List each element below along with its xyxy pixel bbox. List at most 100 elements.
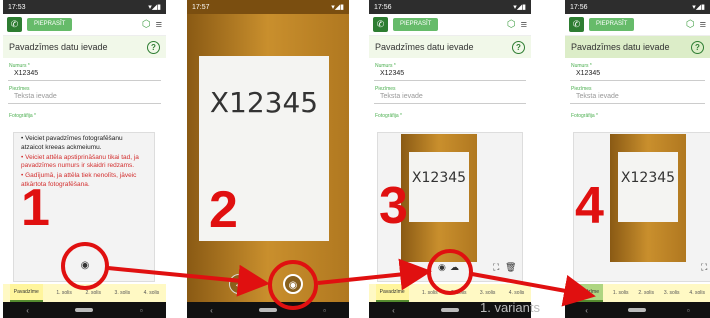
stage: 17:53 ▾◢▮ ✆ PIEPRASĪT ⬡ ≡ Pavadzīmes datu…: [0, 0, 710, 318]
status-icons: ▾◢▮: [331, 4, 344, 11]
status-bar: 17:56 ▾◢▮: [565, 0, 710, 14]
notes-label: Piezīmes: [571, 86, 592, 92]
status-icons: ▾◢▮: [692, 4, 705, 11]
photo-paper: X12345: [409, 152, 469, 222]
status-icons: ▾◢▮: [148, 4, 161, 11]
tab-bar: Pavadzīme 1. solis 2. solis 3. solis 4. …: [565, 284, 710, 302]
phone-screen-1: 17:53 ▾◢▮ ✆ PIEPRASĪT ⬡ ≡ Pavadzīmes datu…: [3, 0, 166, 318]
status-bar: 17:56 ▾◢▮: [369, 0, 531, 14]
number-label: Numurs *: [571, 63, 592, 69]
tab-step-2[interactable]: 2. solis: [451, 290, 467, 296]
tab-step-3[interactable]: 3. solis: [115, 290, 131, 296]
tab-step-2[interactable]: 2. solis: [638, 290, 654, 296]
crop-icon[interactable]: ⛶: [701, 262, 707, 273]
status-icons: ▾◢▮: [513, 4, 526, 11]
number-field[interactable]: X12345: [8, 69, 161, 81]
tab-step-4[interactable]: 4. solis: [144, 290, 160, 296]
status-time: 17:56: [374, 3, 392, 11]
notes-label: Piezīmes: [9, 86, 30, 92]
request-button[interactable]: PIEPRASĪT: [393, 18, 439, 31]
number-label: Numurs *: [375, 63, 396, 69]
tab-step-4[interactable]: 4. solis: [509, 290, 525, 296]
tab-step-1[interactable]: 1. solis: [613, 290, 629, 296]
home-nav-pill[interactable]: [628, 308, 647, 312]
number-field[interactable]: X12345: [570, 69, 705, 81]
tab-step-2[interactable]: 2. solis: [85, 290, 101, 296]
home-nav-pill[interactable]: [440, 308, 459, 312]
page-header: Pavadzīmes datu ievade?: [565, 36, 710, 58]
help-icon[interactable]: ?: [147, 40, 160, 54]
tab-step-3[interactable]: 3. solis: [664, 290, 680, 296]
step-number-2: 2: [209, 181, 238, 239]
step-number-4: 4: [575, 177, 604, 235]
back-icon[interactable]: ←: [229, 274, 249, 294]
upload-icon[interactable]: ☁: [450, 262, 459, 273]
camera-icon[interactable]: ◉: [438, 262, 446, 273]
status-bar: 17:57 ▾◢▮: [187, 0, 349, 14]
tab-step-4[interactable]: 4. solis: [689, 290, 705, 296]
toolbar: ✆ PIEPRASĪT ⬡ ≡: [565, 14, 710, 36]
crop-icon[interactable]: ⛶: [493, 262, 499, 273]
photo-thumbnail[interactable]: X12345: [401, 134, 477, 262]
phone-screen-2: 17:57 ▾◢▮ X12345 ← ◉ ‹ ▫ 2: [187, 0, 349, 318]
phone-icon[interactable]: ✆: [7, 17, 22, 32]
request-button[interactable]: PIEPRASĪT: [589, 18, 635, 31]
variant-caption: 1. variants: [480, 300, 540, 315]
phone-screen-3: 17:56 ▾◢▮ ✆ PIEPRASĪT ⬡ ≡ Pavadzīmes datu…: [369, 0, 531, 318]
notes-field[interactable]: Teksta ievade: [570, 92, 705, 104]
number-label: Numurs *: [9, 63, 30, 69]
photo-paper: X12345: [618, 152, 678, 222]
page-header: Pavadzīmes datu ievade?: [3, 36, 166, 58]
notes-field[interactable]: Teksta ievade: [8, 92, 161, 104]
square-nav-icon[interactable]: ▫: [140, 306, 143, 315]
shutter-button[interactable]: ◉: [283, 274, 303, 294]
home-icon[interactable]: ⬡: [142, 19, 151, 30]
camera-icon[interactable]: ◉: [75, 256, 95, 276]
page-title: Pavadzīmes datu ievade: [9, 42, 108, 52]
delete-icon[interactable]: 🗑: [505, 262, 516, 273]
phone-icon[interactable]: ✆: [373, 17, 388, 32]
instruction-2: • Veiciet attēla apstiprināšanu tikai ta…: [21, 153, 139, 170]
tab-step-3[interactable]: 3. solis: [480, 290, 496, 296]
back-nav-icon[interactable]: ‹: [210, 306, 213, 315]
status-time: 17:53: [8, 3, 26, 11]
menu-icon[interactable]: ≡: [700, 19, 706, 31]
phone-icon[interactable]: ✆: [569, 17, 584, 32]
photo-thumbnail[interactable]: X12345: [610, 134, 686, 262]
step-number-1: 1: [21, 179, 50, 237]
page-title: Pavadzīmes datu ievade: [571, 42, 670, 52]
step-number-3: 3: [379, 177, 408, 235]
nav-bar: ‹ ▫: [565, 302, 710, 318]
instruction-1: • Veiciet pavadzīmes fotografēšanu atzai…: [21, 135, 123, 151]
status-bar: 17:53 ▾◢▮: [3, 0, 166, 14]
photo-label: Fotogrāfija *: [9, 113, 36, 119]
tab-pavadzime[interactable]: Pavadzīme: [375, 284, 409, 302]
tab-step-1[interactable]: 1. solis: [422, 290, 438, 296]
home-icon[interactable]: ⬡: [507, 19, 516, 30]
nav-bar: ‹ ▫: [3, 302, 166, 318]
home-nav-pill[interactable]: [258, 308, 277, 312]
camera-viewfinder: X12345: [187, 14, 349, 302]
home-icon[interactable]: ⬡: [686, 19, 695, 30]
back-nav-icon[interactable]: ‹: [392, 306, 395, 315]
square-nav-icon[interactable]: ▫: [687, 306, 690, 315]
back-nav-icon[interactable]: ‹: [26, 306, 29, 315]
notes-label: Piezīmes: [375, 86, 396, 92]
tab-step-1[interactable]: 1. solis: [56, 290, 72, 296]
notes-field[interactable]: Teksta ievade: [374, 92, 526, 104]
help-icon[interactable]: ?: [512, 40, 525, 54]
help-icon[interactable]: ?: [691, 40, 704, 54]
tab-pavadzime[interactable]: Pavadzīme: [9, 284, 43, 302]
number-field[interactable]: X12345: [374, 69, 526, 81]
menu-icon[interactable]: ≡: [156, 19, 162, 31]
tab-pavadzime[interactable]: Pavadzīme: [569, 284, 603, 302]
page-title: Pavadzīmes datu ievade: [375, 42, 474, 52]
photo-label: Fotogrāfija *: [375, 113, 402, 119]
page-header: Pavadzīmes datu ievade?: [369, 36, 531, 58]
back-nav-icon[interactable]: ‹: [585, 306, 588, 315]
menu-icon[interactable]: ≡: [521, 19, 527, 31]
toolbar: ✆ PIEPRASĪT ⬡ ≡: [369, 14, 531, 36]
square-nav-icon[interactable]: ▫: [323, 306, 326, 315]
request-button[interactable]: PIEPRASĪT: [27, 18, 73, 31]
home-nav-pill[interactable]: [75, 308, 94, 312]
